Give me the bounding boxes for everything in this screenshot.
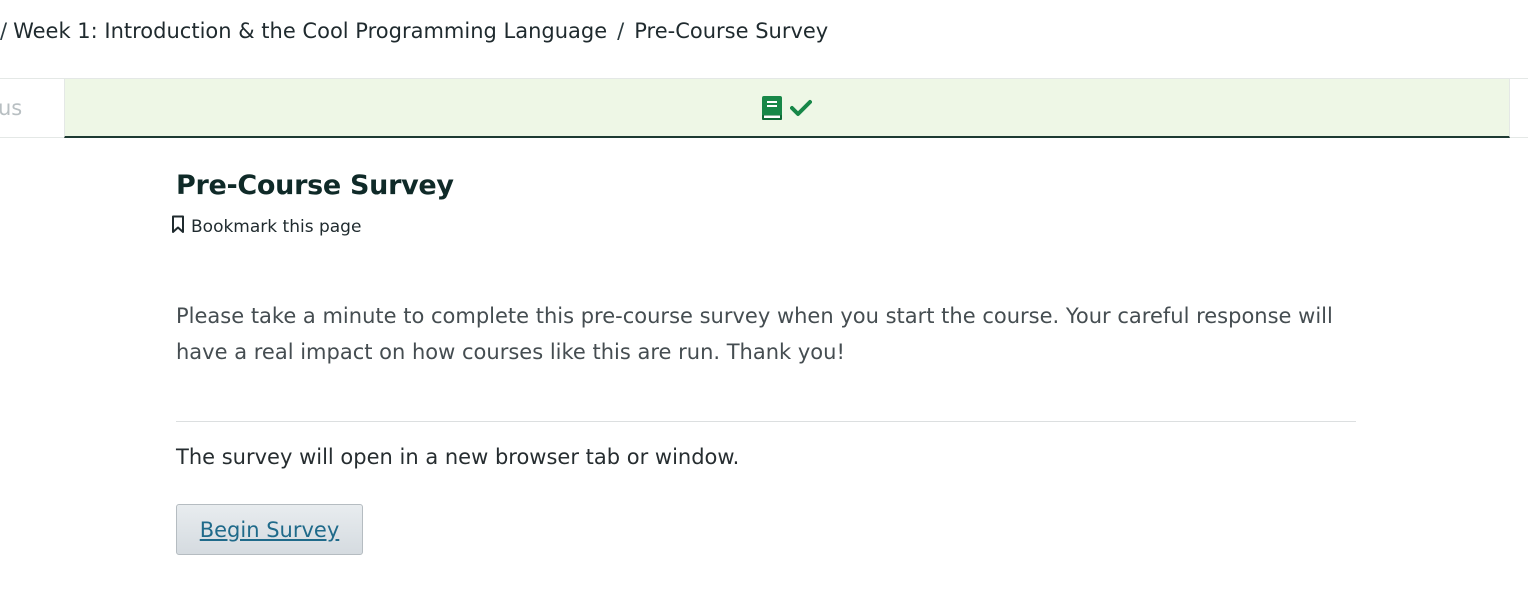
- breadcrumb-current: Pre-Course Survey: [634, 19, 829, 43]
- bookmark-label: Bookmark this page: [191, 217, 362, 237]
- sequence-navigation: us: [0, 78, 1528, 138]
- survey-note: The survey will open in a new browser ta…: [176, 445, 740, 469]
- divider: [176, 421, 1356, 422]
- bookmark-button[interactable]: Bookmark this page: [171, 215, 361, 239]
- breadcrumb-separator: /: [617, 19, 625, 43]
- unit-content: Pre-Course Survey Bookmark this page Ple…: [172, 160, 1356, 555]
- checkmark-icon: [790, 99, 812, 117]
- breadcrumb-section-link[interactable]: Week 1: Introduction & the Cool Programm…: [13, 19, 607, 43]
- begin-survey-button[interactable]: Begin Survey: [176, 504, 363, 555]
- book-icon: [762, 95, 782, 120]
- sequence-tab-previous[interactable]: us: [0, 79, 63, 137]
- sequence-tab-active[interactable]: [64, 79, 1510, 138]
- page-title: Pre-Course Survey: [176, 170, 454, 201]
- breadcrumb-separator: /: [0, 19, 8, 43]
- bookmark-icon: [171, 215, 185, 239]
- intro-text: Please take a minute to complete this pr…: [176, 304, 1333, 364]
- sequence-tab-previous-label: us: [0, 96, 23, 120]
- breadcrumb: / Week 1: Introduction & the Cool Progra…: [0, 14, 828, 48]
